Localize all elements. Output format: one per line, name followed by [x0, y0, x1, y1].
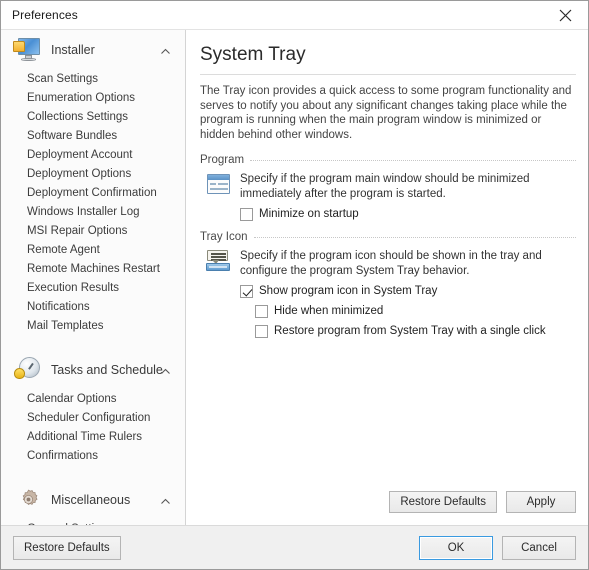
cancel-button[interactable]: Cancel [502, 535, 576, 560]
checkbox-show-program-icon[interactable]: Show program icon in System Tray [240, 285, 576, 298]
sidebar-item-msi-repair-options[interactable]: MSI Repair Options [1, 222, 185, 241]
sidebar-item-software-bundles[interactable]: Software Bundles [1, 127, 185, 146]
groupbox-label: Program [200, 154, 245, 166]
checkbox-label: Minimize on startup [259, 208, 359, 220]
checkbox-restore-single-click[interactable]: Restore program from System Tray with a … [255, 325, 576, 338]
sidebar-item-confirmations[interactable]: Confirmations [1, 447, 185, 466]
groupbox-header: Program [200, 154, 576, 166]
sidebar-item-collections-settings[interactable]: Collections Settings [1, 108, 185, 127]
content-button-row: Restore Defaults Apply [200, 491, 576, 525]
groupbox-divider [250, 159, 576, 161]
groupbox-label: Tray Icon [200, 231, 248, 243]
sidebar-group-label: Miscellaneous [51, 493, 131, 507]
checkbox-label: Show program icon in System Tray [259, 285, 438, 297]
checkbox-box[interactable] [240, 285, 253, 298]
groupbox-header: Tray Icon [200, 231, 576, 243]
window-dialog-icon [206, 173, 232, 197]
groupbox-body: Specify if the program icon should be sh… [200, 249, 576, 338]
sidebar-group-label: Installer [51, 43, 95, 57]
dialog-footer: Restore Defaults OK Cancel [1, 525, 588, 569]
preferences-dialog: Preferences Installer Scan Settings Enum… [0, 0, 589, 570]
groupbox-content: Specify if the program main window shoul… [240, 172, 576, 221]
tray-balloon-icon [206, 250, 232, 274]
sidebar-list-miscellaneous: General Settings E-mail Options Program … [1, 520, 185, 525]
footer-button-group: OK Cancel [419, 535, 576, 560]
checkbox-box[interactable] [240, 208, 253, 221]
groupbox-description: Specify if the program icon should be sh… [240, 250, 542, 277]
groupbox-description: Specify if the program main window shoul… [240, 173, 530, 200]
checkbox-box[interactable] [255, 325, 268, 338]
checkbox-label: Hide when minimized [274, 305, 384, 317]
sidebar-item-scheduler-configuration[interactable]: Scheduler Configuration [1, 409, 185, 428]
sidebar-item-additional-time-rulers[interactable]: Additional Time Rulers [1, 428, 185, 447]
sidebar-item-deployment-options[interactable]: Deployment Options [1, 165, 185, 184]
restore-defaults-button[interactable]: Restore Defaults [389, 491, 497, 513]
sidebar-item-execution-results[interactable]: Execution Results [1, 279, 185, 298]
sidebar-group-installer[interactable]: Installer [1, 30, 185, 70]
groupbox-body: Specify if the program main window shoul… [200, 172, 576, 221]
checkbox-hide-when-minimized[interactable]: Hide when minimized [255, 305, 576, 318]
sidebar-item-remote-machines-restart[interactable]: Remote Machines Restart [1, 260, 185, 279]
sidebar-item-deployment-confirmation[interactable]: Deployment Confirmation [1, 184, 185, 203]
footer-restore-defaults-button[interactable]: Restore Defaults [13, 535, 121, 560]
chevron-up-icon[interactable] [160, 495, 171, 506]
sidebar-item-enumeration-options[interactable]: Enumeration Options [1, 89, 185, 108]
title-bar: Preferences [1, 1, 588, 29]
groupbox-content: Specify if the program icon should be sh… [240, 249, 576, 338]
clock-bell-icon [13, 355, 43, 385]
title-divider [200, 74, 576, 75]
sidebar-item-notifications[interactable]: Notifications [1, 298, 185, 317]
sidebar-list-tasks-and-schedule: Calendar Options Scheduler Configuration… [1, 390, 185, 466]
sidebar[interactable]: Installer Scan Settings Enumeration Opti… [1, 30, 186, 525]
checkbox-box[interactable] [255, 305, 268, 318]
ok-button[interactable]: OK [419, 535, 493, 560]
chevron-up-icon[interactable] [160, 365, 171, 376]
sidebar-item-windows-installer-log[interactable]: Windows Installer Log [1, 203, 185, 222]
page-title: System Tray [200, 44, 306, 65]
sidebar-item-general-settings[interactable]: General Settings [1, 520, 185, 525]
groupbox-program: Program Specify if the program main wind [200, 154, 576, 221]
page-description: The Tray icon provides a quick access to… [200, 85, 572, 141]
sidebar-item-scan-settings[interactable]: Scan Settings [1, 70, 185, 89]
sidebar-group-label: Tasks and Schedule [51, 363, 163, 377]
installer-monitor-folder-icon [13, 35, 43, 65]
sidebar-group-tasks-and-schedule[interactable]: Tasks and Schedule [1, 350, 185, 390]
content-panel: System Tray The Tray icon provides a qui… [186, 30, 588, 525]
window-title: Preferences [12, 8, 78, 22]
close-icon[interactable] [543, 1, 588, 29]
sidebar-group-miscellaneous[interactable]: Miscellaneous [1, 480, 185, 520]
sidebar-item-calendar-options[interactable]: Calendar Options [1, 390, 185, 409]
sidebar-list-installer: Scan Settings Enumeration Options Collec… [1, 70, 185, 336]
apply-button[interactable]: Apply [506, 491, 576, 513]
checkbox-label: Restore program from System Tray with a … [274, 325, 546, 337]
sidebar-item-mail-templates[interactable]: Mail Templates [1, 317, 185, 336]
groupbox-tray-icon: Tray Icon Specify if the program icon sh… [200, 231, 576, 338]
dialog-body: Installer Scan Settings Enumeration Opti… [1, 29, 588, 525]
groupbox-divider [253, 236, 576, 238]
checkbox-minimize-on-startup[interactable]: Minimize on startup [240, 208, 576, 221]
sidebar-item-remote-agent[interactable]: Remote Agent [1, 241, 185, 260]
chevron-up-icon[interactable] [160, 45, 171, 56]
sidebar-item-deployment-account[interactable]: Deployment Account [1, 146, 185, 165]
gear-icon [13, 485, 43, 515]
